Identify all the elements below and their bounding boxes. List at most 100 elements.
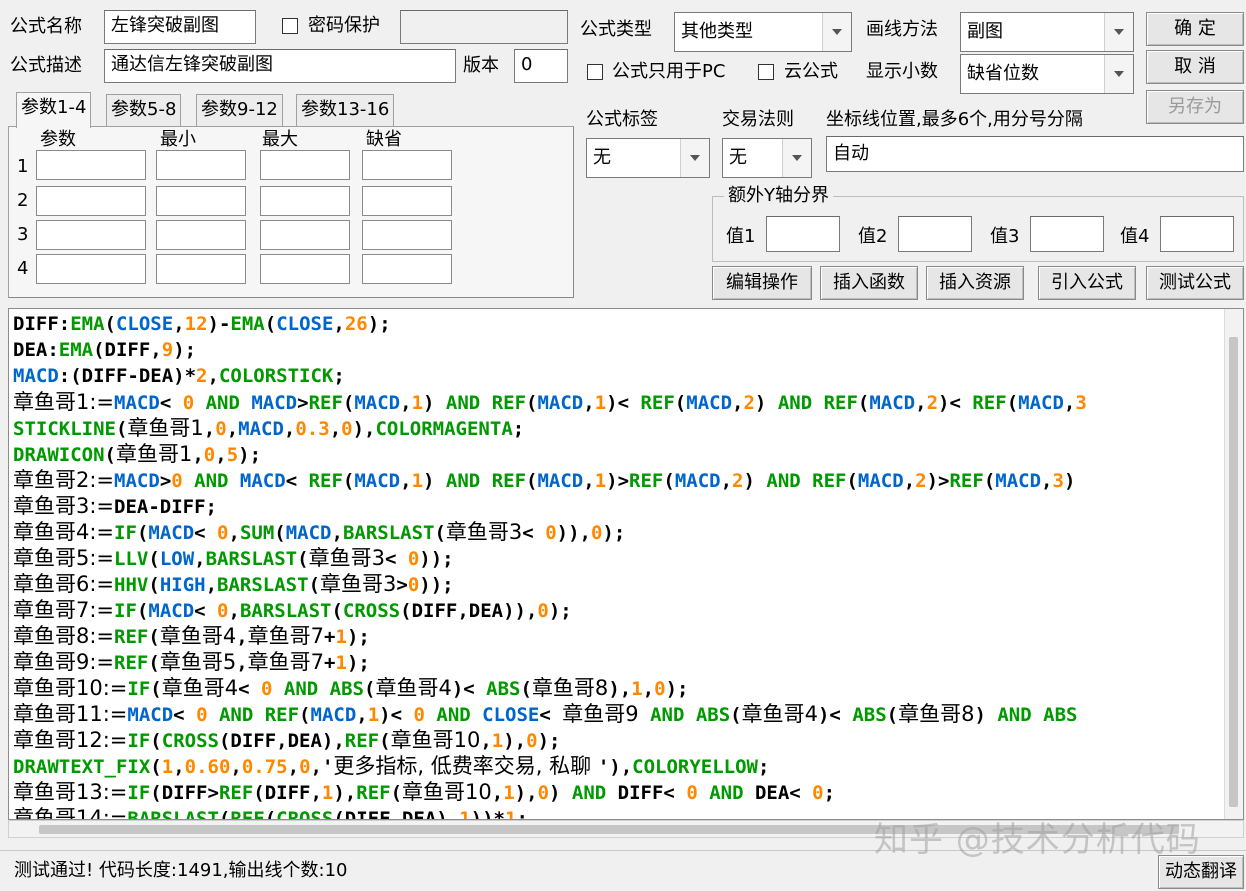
code-text[interactable]: DIFF:EMA(CLOSE,12)-EMA(CLOSE,26); DEA:EMA… [13,311,1223,820]
code-editor[interactable]: DIFF:EMA(CLOSE,12)-EMA(CLOSE,26); DEA:EMA… [8,308,1244,820]
code-token: COLORSTICK [218,365,334,387]
code-line[interactable]: DIFF:EMA(CLOSE,12)-EMA(CLOSE,26); [13,311,1223,337]
code-line[interactable]: 章鱼哥13:=IF(DIFF>REF(DIFF,1),REF(章鱼哥10,1),… [13,779,1223,805]
draw-method-select[interactable]: 副图 [960,12,1134,52]
formula-desc-input[interactable]: 通达信左锋突破副图 [104,49,456,83]
code-line[interactable]: 章鱼哥8:=REF(章鱼哥4,章鱼哥7+1); [13,623,1223,649]
code-token: ( [104,444,116,466]
cloud-checkbox[interactable] [758,64,774,80]
pc-only-checkbox[interactable] [587,64,603,80]
vertical-scroll-thumb[interactable] [1229,337,1238,807]
code-line[interactable]: 章鱼哥2:=MACD>0 AND MACD< REF(MACD,1) AND R… [13,467,1223,493]
code-line[interactable]: 章鱼哥9:=REF(章鱼哥5,章鱼哥7+1); [13,649,1223,675]
param-name-input[interactable] [36,254,146,284]
code-token: ( [150,730,162,752]
insert-resource-button[interactable]: 插入资源 [926,266,1024,300]
param-default-input[interactable] [362,254,452,284]
code-token: , [329,418,342,440]
trade-rule-select[interactable]: 无 [722,138,812,178]
param-default-input[interactable] [362,186,452,216]
param-default-input[interactable] [362,220,452,250]
insert-function-button[interactable]: 插入函数 [820,266,918,300]
chevron-down-icon[interactable] [822,13,851,51]
code-token: REF [114,626,149,648]
tab-params-13-16[interactable]: 参数13-16 [296,94,395,126]
chevron-down-icon[interactable] [680,139,709,177]
code-token: 0 [171,470,183,492]
code-token: ( [1006,392,1019,414]
value4-input[interactable] [1160,216,1234,252]
code-token: 1 [631,678,643,700]
code-token: 章鱼哥3 [445,520,523,544]
value4-label: 值4 [1120,226,1150,247]
value1-label: 值1 [726,226,756,247]
code-line[interactable]: 章鱼哥4:=IF(MACD< 0,SUM(MACD,BARSLAST(章鱼哥3<… [13,519,1223,545]
param-name-input[interactable] [36,186,146,216]
decimals-select[interactable]: 缺省位数 [960,54,1134,94]
code-line[interactable]: MACD:(DIFF-DEA)*2,COLORSTICK; [13,363,1223,389]
password-checkbox[interactable] [282,18,298,34]
edit-ops-button[interactable]: 编辑操作 [712,266,812,300]
trade-rule-label: 交易法则 [722,109,794,130]
chevron-down-icon[interactable] [1104,13,1133,51]
param-name-input[interactable] [36,150,146,180]
save-as-button[interactable]: 另存为 [1146,90,1244,124]
chevron-down-icon[interactable] [782,139,811,177]
param-row-number: 3 [17,224,29,245]
param-max-input[interactable] [260,254,350,284]
code-token: ( [390,782,403,804]
import-formula-button[interactable]: 引入公式 [1038,266,1136,300]
code-token: REF [230,808,265,820]
password-input[interactable] [400,10,568,44]
param-min-input[interactable] [156,150,246,180]
value1-input[interactable] [766,216,840,252]
value2-input[interactable] [898,216,972,252]
param-max-input[interactable] [260,150,350,180]
tab-params-9-12[interactable]: 参数9-12 [196,94,283,126]
param-min-input[interactable] [156,220,246,250]
code-line[interactable]: 章鱼哥3:=DEA-DIFF; [13,493,1223,519]
version-input[interactable]: 0 [514,49,568,83]
ok-button[interactable]: 确 定 [1146,12,1244,46]
code-line[interactable]: 章鱼哥6:=HHV(HIGH,BARSLAST(章鱼哥3>0)); [13,571,1223,597]
code-line[interactable]: STICKLINE(章鱼哥1,0,MACD,0.3,0),COLORMAGENT… [13,415,1223,441]
vertical-scrollbar[interactable] [1224,309,1243,819]
code-token: IF [127,678,151,700]
tab-params-1-4[interactable]: 参数1-4 [16,92,92,128]
param-min-input[interactable] [156,186,246,216]
code-line[interactable]: DRAWICON(章鱼哥1,0,5); [13,441,1223,467]
code-line[interactable]: 章鱼哥7:=IF(MACD< 0,BARSLAST(CROSS(DIFF,DEA… [13,597,1223,623]
code-line[interactable]: 章鱼哥10:=IF(章鱼哥4< 0 AND ABS(章鱼哥4)< ABS(章鱼哥… [13,675,1223,701]
formula-name-input[interactable]: 左锋突破副图 [104,10,256,44]
code-line[interactable]: DRAWTEXT_FIX(1,0.60,0.75,0,'更多指标, 低费率交易,… [13,753,1223,779]
chevron-down-icon[interactable] [1104,55,1133,93]
formula-tag-select[interactable]: 无 [586,138,710,178]
code-token: ( [342,470,355,492]
axis-position-input[interactable]: 自动 [826,136,1244,172]
value3-input[interactable] [1030,216,1104,252]
code-token: ( [308,574,321,596]
code-token: AND [424,704,483,726]
test-formula-button[interactable]: 测试公式 [1146,266,1244,300]
param-max-input[interactable] [260,186,350,216]
param-max-input[interactable] [260,220,350,250]
cancel-button[interactable]: 取 消 [1146,50,1244,84]
code-token: ( [104,313,116,335]
code-line[interactable]: 章鱼哥12:=IF(CROSS(DIFF,DEA),REF(章鱼哥10,1),0… [13,727,1223,753]
code-line[interactable]: 章鱼哥1:=MACD< 0 AND MACD>REF(MACD,1) AND R… [13,389,1223,415]
param-default-input[interactable] [362,150,452,180]
formula-type-select[interactable]: 其他类型 [674,12,852,52]
code-token: CROSS [276,808,334,820]
code-token: 章鱼哥1 [115,442,193,466]
code-line[interactable]: DEA:EMA(DIFF,9); [13,337,1223,363]
code-token: ))* [470,808,505,820]
code-token: 章鱼哥2:= [13,468,115,492]
code-token: )), [556,522,591,544]
param-name-input[interactable] [36,220,146,250]
code-token: ( [136,600,149,622]
code-line[interactable]: 章鱼哥11:=MACD< 0 AND REF(MACD,1)< 0 AND CL… [13,701,1223,727]
param-min-input[interactable] [156,254,246,284]
code-token: ; [823,782,836,804]
tab-params-5-8[interactable]: 参数5-8 [106,94,182,126]
code-line[interactable]: 章鱼哥5:=LLV(LOW,BARSLAST(章鱼哥3< 0)); [13,545,1223,571]
